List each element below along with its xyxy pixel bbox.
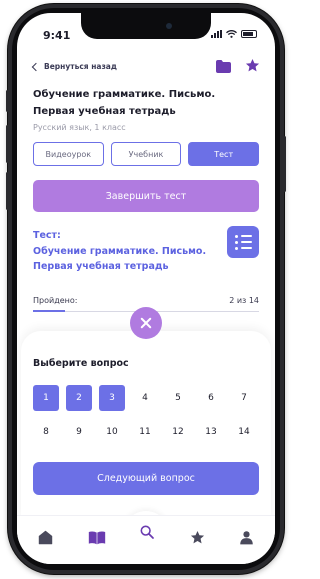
list-icon xyxy=(234,246,252,250)
signal-icon xyxy=(211,30,222,38)
question-number[interactable]: 11 xyxy=(132,419,158,445)
question-list-button[interactable] xyxy=(227,226,259,258)
question-number[interactable]: 7 xyxy=(231,385,257,411)
side-button xyxy=(6,125,9,163)
progress-fill xyxy=(33,310,66,312)
folder-icon[interactable] xyxy=(216,60,231,73)
question-number[interactable]: 8 xyxy=(33,419,59,445)
tab-textbook[interactable]: Учебник xyxy=(110,142,182,166)
bottom-tabbar xyxy=(17,515,275,564)
question-number[interactable]: 10 xyxy=(99,419,125,445)
profile-icon[interactable] xyxy=(239,530,254,545)
question-number[interactable]: 3 xyxy=(99,385,125,411)
star-icon[interactable] xyxy=(190,530,205,545)
question-number[interactable]: 13 xyxy=(198,419,224,445)
close-icon[interactable] xyxy=(130,307,162,339)
test-heading-line2: Обучение грамматике. Письмо. xyxy=(33,245,207,257)
question-picker-label: Выберите вопрос xyxy=(33,358,129,369)
chevron-left-icon xyxy=(31,62,41,71)
book-subtitle: Русский язык, 1 класс xyxy=(33,123,126,132)
question-number[interactable]: 12 xyxy=(165,419,191,445)
status-time: 9:41 xyxy=(43,29,71,42)
list-icon xyxy=(234,240,252,244)
question-number[interactable]: 4 xyxy=(132,385,158,411)
test-heading-line1: Тест: xyxy=(33,230,61,241)
question-number[interactable]: 6 xyxy=(198,385,224,411)
book-title-line2: Первая учебная тетрадь xyxy=(33,105,176,117)
book-icon[interactable] xyxy=(88,530,106,545)
wifi-icon xyxy=(226,30,237,38)
question-grid: 1 2 3 4 5 6 7 8 9 10 11 12 13 14 xyxy=(33,385,263,445)
question-number[interactable]: 9 xyxy=(66,419,92,445)
question-number[interactable]: 5 xyxy=(165,385,191,411)
next-question-button[interactable]: Следующий вопрос xyxy=(33,462,259,495)
book-title-line1: Обучение грамматике. Письмо. xyxy=(33,89,216,100)
test-heading: Тест: Обучение грамматике. Письмо. Перва… xyxy=(33,228,213,275)
favorite-star-icon[interactable] xyxy=(245,58,260,73)
tab-test[interactable]: Тест xyxy=(188,142,260,166)
phone-screen: 9:41 Вернуться назад Обучение грамматике… xyxy=(17,13,275,564)
question-number[interactable]: 2 xyxy=(66,385,92,411)
progress-label: Пройдено: xyxy=(33,296,78,305)
question-number[interactable]: 1 xyxy=(33,385,59,411)
home-icon[interactable] xyxy=(38,530,53,545)
side-button xyxy=(6,90,9,112)
side-button xyxy=(283,136,286,192)
content-tabs: Видеоурок Учебник Тест xyxy=(33,142,260,166)
list-icon xyxy=(234,234,252,238)
back-label: Вернуться назад xyxy=(44,62,117,71)
side-button xyxy=(6,172,9,210)
status-icons xyxy=(211,30,257,38)
question-number[interactable]: 14 xyxy=(231,419,257,445)
test-heading-line3: Первая учебная тетрадь xyxy=(33,261,169,272)
notch xyxy=(81,13,211,39)
finish-test-button[interactable]: Завершить тест xyxy=(33,180,259,212)
tab-video-lesson[interactable]: Видеоурок xyxy=(33,142,104,166)
progress-count: 2 из 14 xyxy=(229,296,259,305)
book-title: Обучение грамматике. Письмо. Первая учеб… xyxy=(33,87,259,120)
battery-icon xyxy=(241,30,257,38)
search-icon[interactable] xyxy=(139,524,155,540)
back-button[interactable]: Вернуться назад xyxy=(31,62,117,71)
camera xyxy=(166,23,172,29)
